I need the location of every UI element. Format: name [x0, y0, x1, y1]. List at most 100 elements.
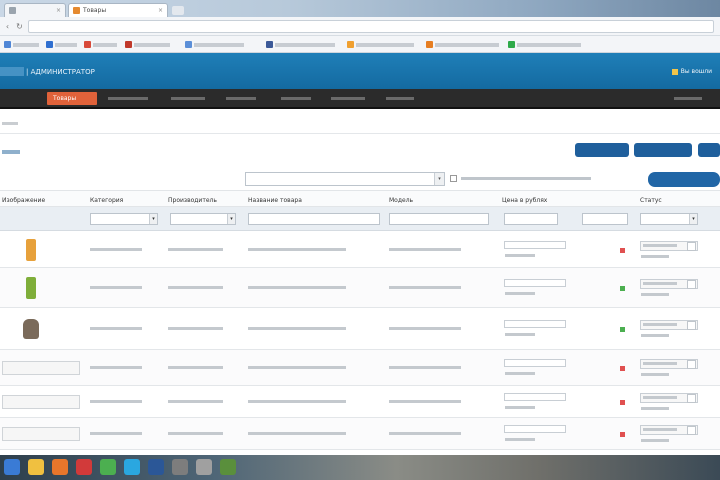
category-filter-select[interactable]: ▾: [245, 172, 445, 186]
column-header-model[interactable]: Модель: [389, 197, 413, 204]
browser-tab-active[interactable]: Товары ×: [68, 3, 168, 17]
product-image[interactable]: [26, 277, 36, 299]
reload-icon[interactable]: ↻: [15, 22, 24, 31]
product-image[interactable]: [26, 238, 36, 261]
bookmark[interactable]: [266, 40, 335, 49]
app-icon-2[interactable]: [196, 459, 212, 475]
chevron-down-icon: ▾: [434, 173, 444, 185]
product-name-cell-placeholder: [248, 366, 346, 369]
column-header-name[interactable]: Название товара: [248, 197, 302, 204]
availability-icon[interactable]: [620, 366, 625, 371]
status-link-placeholder: [641, 254, 669, 258]
model-cell-placeholder: [389, 366, 461, 369]
new-tab-button[interactable]: [172, 6, 184, 15]
action-button[interactable]: [634, 143, 692, 157]
tab-favicon-icon: [9, 7, 16, 14]
nav-item[interactable]: [220, 92, 266, 105]
category-cell-placeholder: [90, 400, 142, 403]
manufacturer-filter[interactable]: ▾: [170, 213, 236, 225]
nav-item[interactable]: [165, 92, 213, 105]
column-header-category[interactable]: Категория: [90, 197, 123, 204]
bookmark[interactable]: [347, 40, 414, 49]
price-input[interactable]: [504, 359, 566, 367]
back-icon[interactable]: ‹: [3, 22, 12, 31]
nav-item[interactable]: [275, 92, 321, 105]
start-orb-icon[interactable]: [4, 459, 20, 475]
name-filter[interactable]: [248, 213, 380, 225]
user-info[interactable]: Вы вошли: [671, 68, 712, 75]
bookmark-icon: [185, 41, 192, 48]
bookmark[interactable]: [46, 40, 77, 49]
row-checkbox[interactable]: [687, 360, 696, 369]
nav-item[interactable]: [0, 92, 44, 105]
skype-icon[interactable]: [124, 459, 140, 475]
row-checkbox[interactable]: [687, 241, 696, 251]
nav-label-placeholder: [108, 97, 148, 100]
filter-apply-button[interactable]: [648, 172, 720, 187]
column-header-price[interactable]: Цена в рублях: [502, 197, 547, 204]
opera-icon[interactable]: [76, 459, 92, 475]
availability-icon[interactable]: [620, 432, 625, 437]
bookmark[interactable]: [426, 40, 499, 49]
bookmark[interactable]: [508, 40, 581, 49]
bookmark-label-placeholder: [517, 42, 581, 47]
manufacturer-cell-placeholder: [168, 366, 223, 369]
price-filter[interactable]: [504, 213, 558, 225]
url-field[interactable]: [28, 20, 714, 33]
table-row[interactable]: [0, 268, 720, 308]
nav-item[interactable]: [380, 92, 424, 105]
category-filter[interactable]: ▾: [90, 213, 158, 225]
action-button[interactable]: [698, 143, 720, 157]
nav-item[interactable]: [102, 92, 158, 105]
price-input[interactable]: [504, 320, 566, 328]
availability-filter[interactable]: [582, 213, 628, 225]
price-input[interactable]: [504, 425, 566, 433]
nav-item[interactable]: [325, 92, 373, 105]
product-image[interactable]: [2, 361, 80, 375]
table-row[interactable]: [0, 231, 720, 268]
bookmark[interactable]: [125, 40, 170, 49]
row-checkbox[interactable]: [687, 426, 696, 435]
status-filter[interactable]: ▾: [640, 213, 698, 225]
bookmark[interactable]: [185, 40, 244, 49]
table-row[interactable]: [0, 386, 720, 418]
table-row[interactable]: [0, 308, 720, 350]
price-link-placeholder: [505, 333, 535, 336]
chrome-icon[interactable]: [100, 459, 116, 475]
firefox-icon[interactable]: [52, 459, 68, 475]
price-input[interactable]: [504, 240, 566, 249]
word-icon[interactable]: [148, 459, 164, 475]
action-button[interactable]: [575, 143, 629, 157]
product-image[interactable]: [2, 427, 80, 441]
price-input[interactable]: [504, 279, 566, 287]
price-link-placeholder: [505, 253, 535, 257]
availability-icon[interactable]: [620, 327, 625, 332]
table-row[interactable]: [0, 418, 720, 450]
price-input[interactable]: [504, 393, 566, 401]
app-icon[interactable]: [172, 459, 188, 475]
availability-icon[interactable]: [620, 247, 625, 253]
row-checkbox[interactable]: [687, 280, 696, 289]
column-header-manufacturer[interactable]: Производитель: [168, 197, 217, 204]
app-icon-3[interactable]: [220, 459, 236, 475]
nav-item[interactable]: [668, 92, 714, 105]
column-header-image[interactable]: Изображение: [2, 197, 45, 204]
subcategory-checkbox[interactable]: [450, 175, 457, 182]
product-image[interactable]: [2, 395, 80, 409]
close-icon[interactable]: ×: [158, 7, 163, 14]
availability-icon[interactable]: [620, 286, 625, 291]
nav-item-products[interactable]: Товары: [47, 92, 97, 105]
model-filter[interactable]: [389, 213, 489, 225]
row-checkbox[interactable]: [687, 394, 696, 403]
explorer-icon[interactable]: [28, 459, 44, 475]
close-icon[interactable]: ×: [56, 7, 61, 14]
availability-icon[interactable]: [620, 400, 625, 405]
column-header-status[interactable]: Статус: [640, 197, 662, 204]
bookmark[interactable]: [84, 40, 117, 49]
product-image[interactable]: [23, 319, 39, 339]
browser-tab[interactable]: ×: [4, 3, 66, 17]
row-checkbox[interactable]: [687, 321, 696, 330]
table-row[interactable]: [0, 350, 720, 386]
bookmark[interactable]: [4, 40, 39, 49]
status-link-placeholder: [641, 293, 669, 296]
